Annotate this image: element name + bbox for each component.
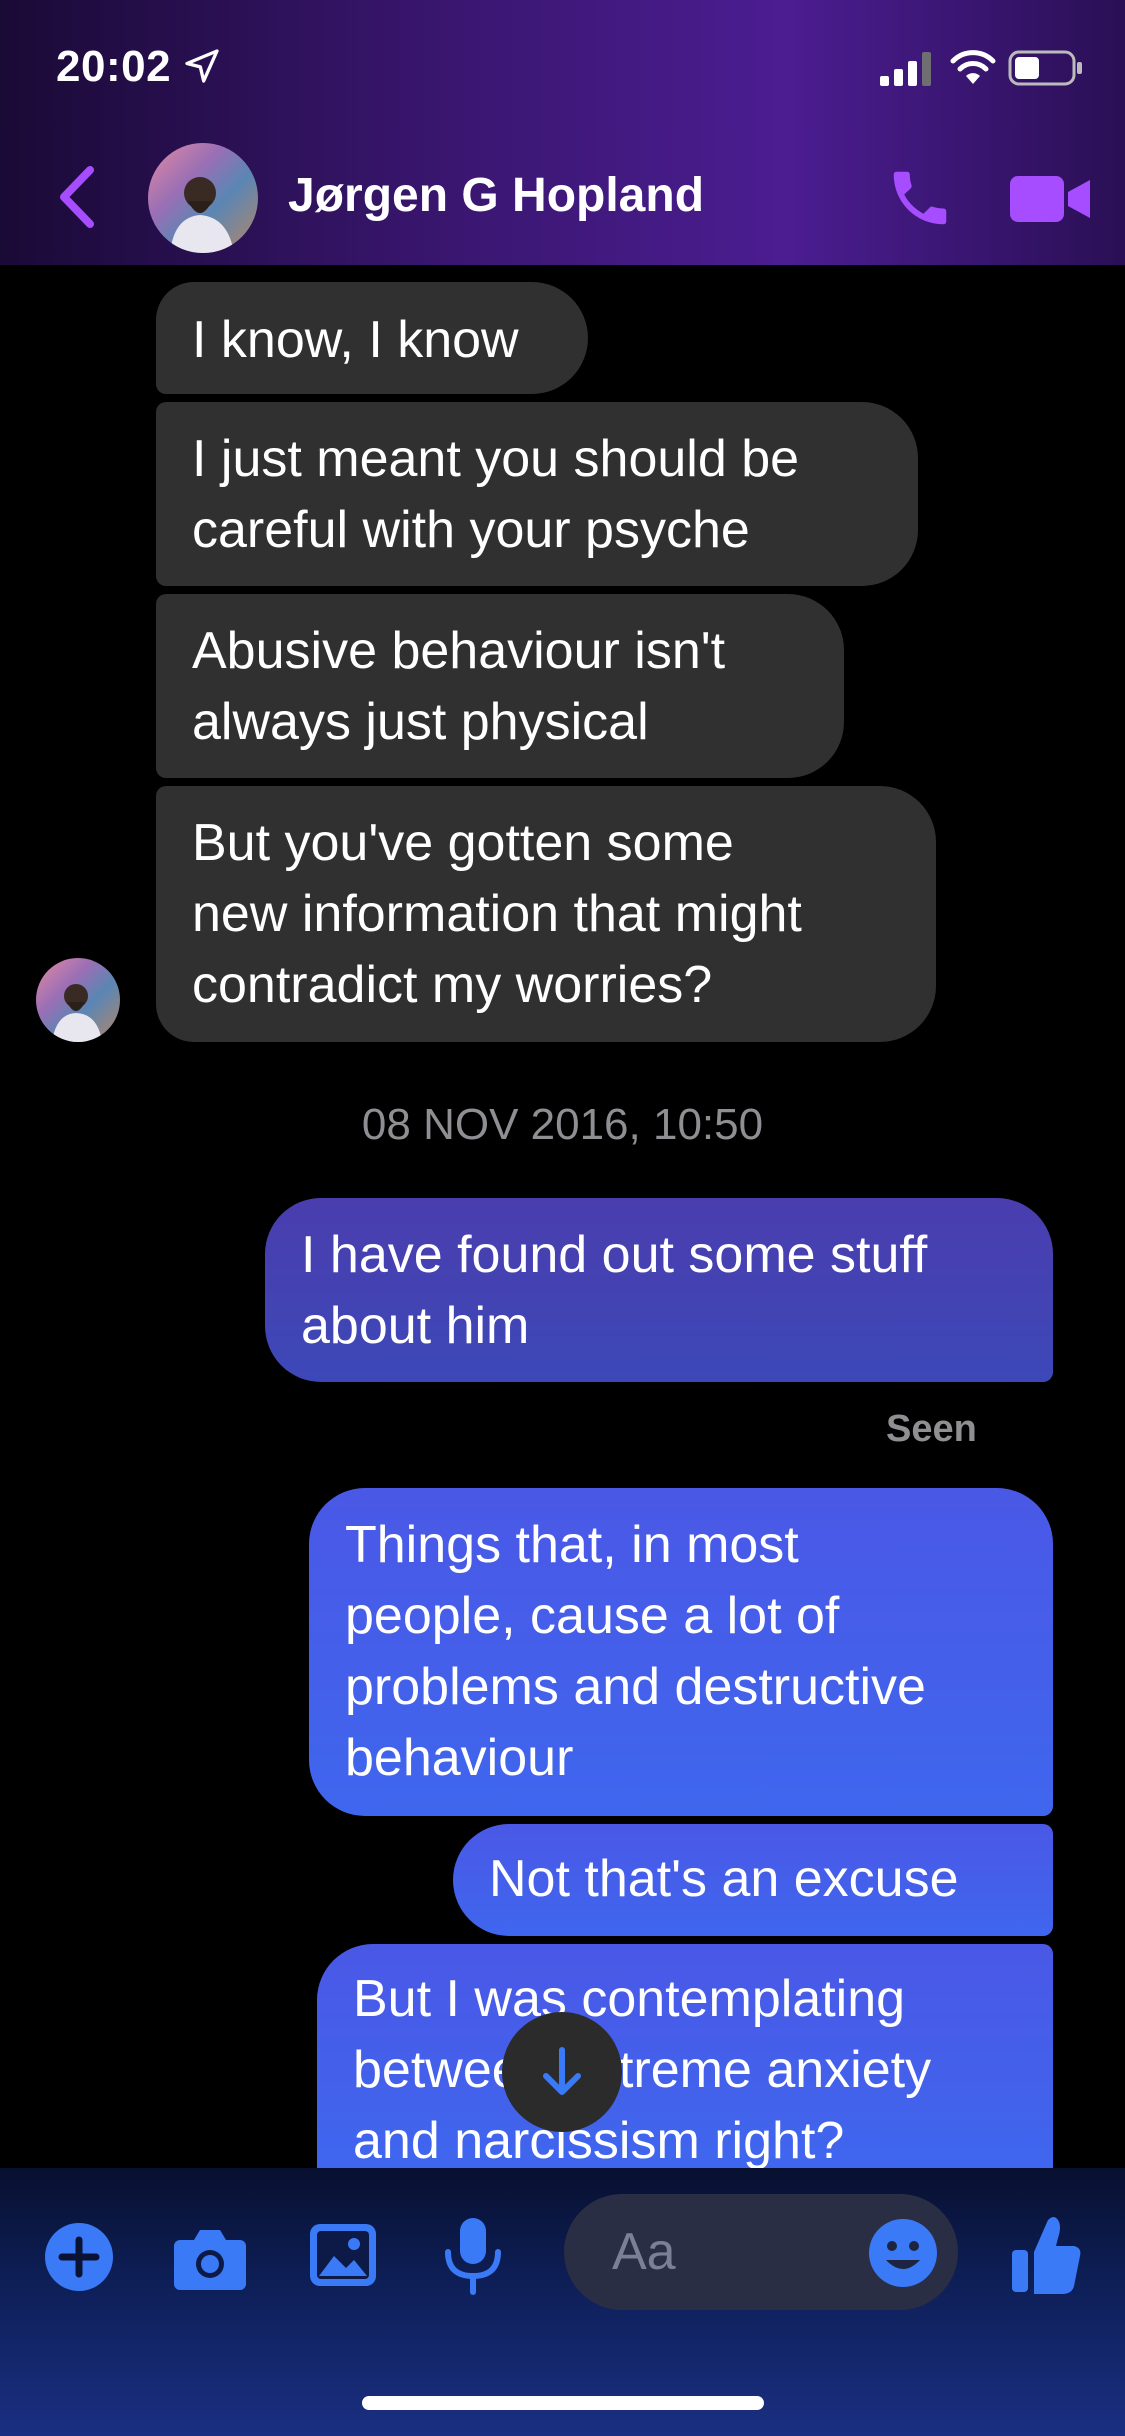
contact-name[interactable]: Jørgen G Hopland bbox=[288, 168, 704, 223]
seen-status: Seen bbox=[886, 1408, 977, 1450]
incoming-message[interactable]: But you've gotten some new information t… bbox=[156, 786, 936, 1042]
arrow-down-icon bbox=[543, 2047, 581, 2095]
incoming-message[interactable]: I know, I know bbox=[156, 282, 588, 394]
video-camera-icon[interactable] bbox=[1008, 170, 1092, 228]
sender-avatar[interactable] bbox=[36, 958, 120, 1042]
battery-icon bbox=[1008, 50, 1082, 86]
message-input-placeholder: Aa bbox=[612, 2223, 676, 2281]
outgoing-message[interactable]: Things that, in most people, cause a lot… bbox=[309, 1488, 1053, 1816]
wifi-icon bbox=[950, 50, 996, 84]
microphone-icon[interactable] bbox=[440, 2216, 506, 2296]
status-time: 20:02 bbox=[56, 42, 172, 91]
outgoing-message[interactable]: But I was contemplating between extreme … bbox=[317, 1944, 1053, 2168]
location-arrow-icon bbox=[185, 49, 219, 83]
plus-icon[interactable] bbox=[44, 2222, 114, 2292]
outgoing-message[interactable]: Not that's an excuse bbox=[453, 1824, 1053, 1936]
contact-avatar[interactable] bbox=[148, 143, 258, 253]
incoming-message[interactable]: Abusive behaviour isn't always just phys… bbox=[156, 594, 844, 778]
avatar-person-icon bbox=[52, 984, 102, 1042]
messenger-chat-screen: 20:02 Jørgen G Hopland I know, I know I … bbox=[0, 0, 1125, 2436]
camera-icon[interactable] bbox=[172, 2222, 248, 2292]
home-indicator[interactable] bbox=[362, 2396, 764, 2410]
scroll-to-bottom-button[interactable] bbox=[502, 2012, 622, 2132]
image-icon[interactable] bbox=[308, 2220, 378, 2290]
emoji-icon[interactable] bbox=[868, 2218, 938, 2288]
outgoing-message[interactable]: I have found out some stuff about him bbox=[265, 1198, 1053, 1382]
phone-icon[interactable] bbox=[885, 163, 955, 233]
signal-icon bbox=[880, 52, 931, 86]
thumbs-up-icon[interactable] bbox=[1010, 2212, 1084, 2296]
back-chevron-icon[interactable] bbox=[52, 162, 102, 232]
message-timestamp: 08 NOV 2016, 10:50 bbox=[361, 1100, 764, 1149]
incoming-message[interactable]: I just meant you should be careful with … bbox=[156, 402, 918, 586]
avatar-person-icon bbox=[170, 177, 234, 253]
